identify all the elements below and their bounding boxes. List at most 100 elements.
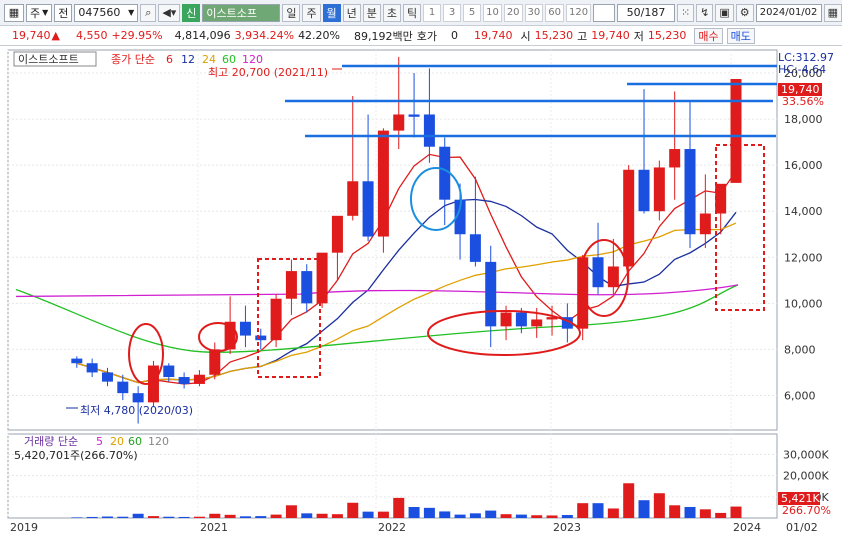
period-label: 일 bbox=[286, 6, 297, 20]
candle-body bbox=[270, 298, 282, 341]
period-minute[interactable]: 분 bbox=[362, 3, 381, 22]
market-select[interactable]: 전 bbox=[54, 3, 73, 22]
volume-bar bbox=[270, 514, 282, 518]
period-second[interactable]: 초 bbox=[382, 3, 401, 22]
volume-value: 4,814,096 bbox=[174, 29, 231, 42]
candle-body bbox=[377, 130, 389, 237]
volume-bar bbox=[377, 511, 389, 518]
interval-120[interactable]: 120 bbox=[565, 3, 592, 22]
high-annotation: 최고 20,700 (2021/11) bbox=[208, 66, 328, 79]
legend-ma12: 12 bbox=[181, 53, 195, 66]
price-axis-label: 12,000 bbox=[784, 251, 823, 264]
stock-name-label: 이스트소프 bbox=[206, 6, 258, 20]
gear-icon: ⚙ bbox=[739, 6, 750, 19]
volume-bar bbox=[469, 513, 481, 518]
legend-ma120: 120 bbox=[242, 53, 263, 66]
high-value: 19,740 bbox=[591, 29, 630, 42]
buy-button[interactable]: 매수 bbox=[694, 27, 723, 44]
open-value: 15,230 bbox=[534, 29, 574, 42]
candle-body bbox=[393, 114, 405, 131]
period-label: 월 bbox=[326, 6, 337, 20]
candle-body bbox=[331, 215, 343, 253]
date-input[interactable]: 2024/01/02 bbox=[755, 3, 822, 22]
chart-icon: ↯ bbox=[700, 6, 710, 19]
interval-label: 60 bbox=[548, 7, 561, 18]
interval-20[interactable]: 20 bbox=[503, 3, 523, 22]
candle-body bbox=[638, 169, 650, 212]
interval-label: 10 bbox=[486, 7, 499, 18]
volume-axis-label: 30,000K bbox=[783, 448, 829, 461]
candle-body bbox=[607, 266, 619, 288]
badge: 신 bbox=[182, 3, 201, 22]
volume-bar bbox=[86, 516, 98, 518]
candle-body bbox=[347, 181, 359, 216]
turnover-value: 42.20% bbox=[298, 29, 341, 42]
low-value: 15,230 bbox=[647, 29, 687, 42]
period-tick[interactable]: 틱 bbox=[402, 3, 422, 22]
volume-bar bbox=[485, 510, 497, 518]
candle-body bbox=[239, 321, 251, 336]
interval-10[interactable]: 10 bbox=[483, 3, 502, 22]
candle-body bbox=[301, 271, 313, 304]
stock-code-input[interactable]: 047560 ▼ bbox=[74, 3, 139, 22]
period-week[interactable]: 주 bbox=[302, 3, 321, 22]
hoga-label: 호가 bbox=[416, 29, 437, 43]
volume-bar bbox=[147, 516, 159, 518]
volume-bar bbox=[331, 514, 343, 518]
price-axis-label: 16,000 bbox=[784, 159, 823, 172]
price-pane bbox=[7, 49, 778, 431]
candle-body bbox=[71, 358, 83, 364]
candle-body bbox=[101, 372, 113, 382]
volume-bar bbox=[117, 516, 129, 518]
search-button[interactable]: ⌕ bbox=[140, 3, 157, 22]
interval-3[interactable]: 3 bbox=[443, 3, 462, 22]
volume-bar bbox=[316, 513, 328, 518]
count-input[interactable]: 50/187 bbox=[617, 3, 675, 22]
x-axis-label: 2023 bbox=[553, 521, 581, 534]
calendar-button[interactable]: ▦ bbox=[823, 3, 842, 22]
save-button[interactable]: ▣ bbox=[715, 3, 734, 22]
interval-1[interactable]: 1 bbox=[423, 3, 442, 22]
candle-body bbox=[669, 149, 681, 168]
interval-label: 120 bbox=[568, 7, 589, 18]
volume-bar bbox=[71, 517, 83, 518]
sell-button[interactable]: 매도 bbox=[726, 27, 755, 44]
volume-bar bbox=[715, 512, 727, 518]
period-label: 틱 bbox=[406, 6, 418, 20]
volume-bar bbox=[638, 500, 650, 518]
volume-bar bbox=[454, 514, 466, 518]
volume-bar bbox=[669, 505, 681, 518]
period-day[interactable]: 일 bbox=[282, 3, 301, 22]
volume-bar bbox=[515, 514, 527, 518]
market-label: 전 bbox=[58, 6, 69, 20]
volume-bar bbox=[224, 514, 236, 518]
candle-body bbox=[699, 213, 711, 235]
candle-body bbox=[193, 374, 205, 384]
badge-label: 신 bbox=[186, 6, 197, 20]
sound-button[interactable]: ◀▾ bbox=[158, 3, 181, 22]
interval-input[interactable] bbox=[593, 3, 616, 22]
chart-settings-button[interactable]: ↯ bbox=[696, 3, 714, 22]
candle-body bbox=[531, 319, 543, 327]
high-label: 고 bbox=[577, 29, 588, 43]
grid-button[interactable]: ⁙ bbox=[676, 3, 695, 22]
interval-5[interactable]: 5 bbox=[463, 3, 482, 22]
stock-chart[interactable]: 6,000 8,000 10,000 12,000 14,000 16,000 18,000… bbox=[0, 46, 842, 539]
price-value: 19,740 bbox=[474, 29, 513, 42]
price-axis-label: 6,000 bbox=[784, 389, 816, 402]
interval-60[interactable]: 60 bbox=[545, 3, 564, 22]
candle-body bbox=[623, 169, 635, 267]
interval-30[interactable]: 30 bbox=[524, 3, 544, 22]
mode-select[interactable]: 주 ▼ bbox=[25, 3, 53, 22]
period-year[interactable]: 년 bbox=[342, 3, 361, 22]
volume-bar bbox=[684, 506, 696, 518]
volume-bar bbox=[301, 513, 313, 518]
speaker-icon: ◀▾ bbox=[162, 6, 177, 19]
settings-button[interactable]: ⚙ bbox=[735, 3, 754, 22]
hc-label: HC:-4.64 bbox=[778, 63, 826, 76]
chart-type-select[interactable]: ▦ bbox=[4, 3, 24, 22]
volume-bar bbox=[607, 508, 619, 518]
candle-body bbox=[163, 365, 175, 378]
volume-bar bbox=[439, 511, 451, 518]
period-month[interactable]: 월 bbox=[322, 3, 341, 22]
